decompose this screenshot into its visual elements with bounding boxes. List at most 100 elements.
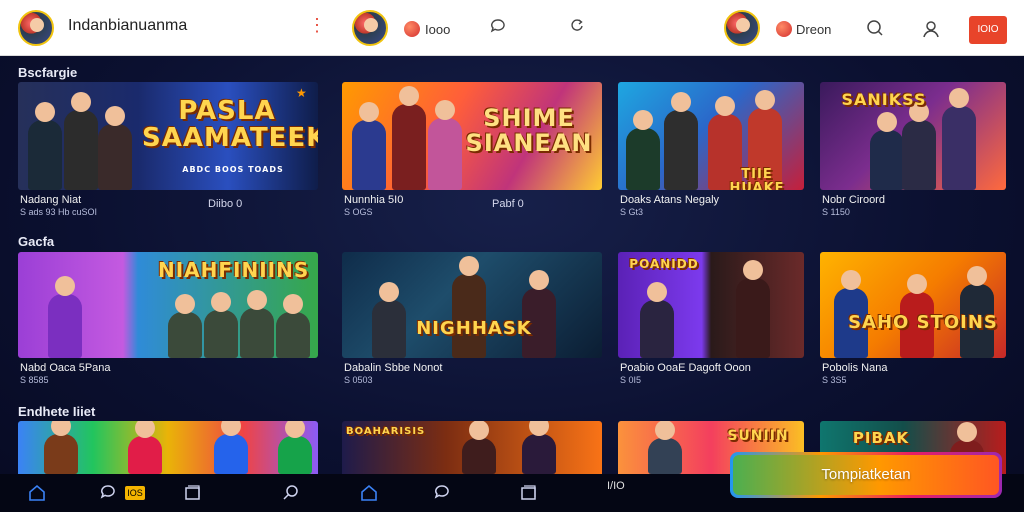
character-figure (626, 110, 660, 190)
character-figure (128, 421, 162, 474)
search-icon[interactable] (282, 484, 299, 504)
game-thumbnail: SAHO STOINS (820, 252, 1006, 358)
game-banner-text: SANIKSS (841, 90, 927, 109)
character-figure (462, 421, 496, 474)
character-figure (902, 102, 936, 190)
character-figure (168, 294, 202, 358)
game-card[interactable]: TIIE HUAKE Doaks Atans Negaly S Gt3 (618, 82, 804, 218)
section-title: Endhete Iiiet (18, 404, 96, 419)
game-banner-text: SHIME SIANEAN (465, 104, 593, 158)
character-figure (276, 294, 310, 358)
chat-icon[interactable] (434, 484, 451, 504)
game-thumbnail: PASLA SAAMATEEK ABDC BOOS TOADS ★ (18, 82, 318, 190)
game-card[interactable]: BOAHARISIS (342, 421, 602, 474)
game-name: Nabd Oaca 5Pana (20, 362, 111, 374)
game-thumbnail: BOAHARISIS (342, 421, 602, 474)
nav-status-text: I/IO (607, 480, 625, 492)
cta-button-label: Tompiatketan (733, 455, 999, 495)
character-figure (28, 102, 62, 190)
game-meta: S 1150 (822, 207, 850, 217)
game-thumbnail: NIAHFINIINS (18, 252, 318, 358)
game-card[interactable]: NIAHFINIINS Nabd Oaca 5Pana S 8585 (18, 252, 318, 388)
game-thumbnail (18, 421, 318, 474)
game-meta: S OGS (344, 207, 373, 217)
character-figure (522, 421, 556, 474)
coin-label: Iooo (425, 22, 451, 37)
character-figure (98, 106, 132, 190)
game-name: Nadang Niat (20, 194, 82, 206)
character-figure (664, 92, 698, 190)
game-name: Nobr Ciroord (822, 194, 885, 206)
game-meta: S 0I5 (620, 375, 642, 385)
gem-icon (776, 21, 792, 37)
game-meta: S 0503 (344, 375, 373, 385)
app-avatar[interactable] (18, 10, 54, 46)
character-figure (392, 86, 426, 190)
game-card[interactable]: SHIME SIANEAN Nunnhia 5I0 S OGS Pabf 0 (342, 82, 602, 218)
chat-icon[interactable] (100, 484, 117, 504)
game-banner-text: SUNIIN (727, 428, 789, 444)
game-banner-text: PASLA SAAMATEEK (142, 96, 318, 154)
character-figure (452, 256, 486, 358)
header-badge-button[interactable]: IOIO (969, 16, 1007, 44)
app-title: Indanbianuanma (68, 17, 188, 34)
game-name: Nunnhia 5I0 (344, 194, 404, 206)
game-rating: Pabf 0 (492, 198, 524, 210)
character-figure (278, 421, 312, 474)
game-banner-text: SAHO STOINS (848, 312, 998, 333)
profile-avatar[interactable] (352, 10, 388, 46)
game-rating: Diibo 0 (208, 198, 243, 210)
library-icon[interactable] (184, 484, 201, 504)
top-bar: Indanbianuanma ⋮ Iooo Dreon IOIO (0, 0, 1024, 56)
character-figure (648, 421, 682, 474)
game-card[interactable] (18, 421, 318, 474)
character-figure (240, 290, 274, 358)
cta-button[interactable]: Tompiatketan (730, 452, 1002, 498)
game-name: Doaks Atans Negaly (620, 194, 720, 206)
coin-icon (404, 21, 420, 37)
game-meta: S ads 93 Hb cuSOI (20, 207, 98, 217)
home-icon[interactable] (28, 484, 46, 505)
character-figure (204, 292, 238, 358)
section-title: Gacfa (18, 234, 55, 249)
refresh-icon[interactable] (570, 18, 584, 37)
game-card[interactable]: SANIKSS Nobr Ciroord S 1150 (820, 82, 1006, 218)
home-icon[interactable] (360, 484, 378, 505)
game-banner-text: POANIDD (629, 257, 699, 271)
library-icon[interactable] (520, 484, 537, 504)
character-figure (942, 88, 976, 190)
game-thumbnail: SANIKSS (820, 82, 1006, 190)
game-banner-text: BOAHARISIS (346, 426, 426, 437)
character-figure (736, 260, 770, 358)
game-banner-text: NIAHFINIINS (158, 258, 310, 282)
currency-label: Dreon (796, 22, 832, 37)
character-figure (44, 421, 78, 474)
user-avatar[interactable] (724, 10, 760, 46)
game-thumbnail: NIGHHASK (342, 252, 602, 358)
game-card[interactable]: SAHO STOINS Pobolis Nana S 3S5 (820, 252, 1006, 388)
game-banner-text: NIGHHASK (416, 318, 532, 339)
game-banner-text: TIIE HUAKE (729, 167, 785, 190)
game-thumbnail: TIIE HUAKE (618, 82, 804, 190)
character-figure (372, 282, 406, 358)
more-options-icon[interactable]: ⋮ (308, 16, 326, 34)
search-icon[interactable] (866, 19, 884, 42)
user-icon[interactable] (921, 19, 941, 44)
game-card[interactable]: NIGHHASK Dabalin Sbbe Nonot S 0503 (342, 252, 602, 388)
game-banner-text: PIBAK (852, 429, 910, 447)
character-figure (48, 276, 82, 358)
game-subtitle: ABDC BOOS TOADS (182, 165, 284, 174)
character-figure (214, 421, 248, 474)
game-meta: S Gt3 (620, 207, 644, 217)
game-card[interactable]: POANIDD Poabio OoaE Dagoft Ooon S 0I5 (618, 252, 804, 388)
game-name: Pobolis Nana (822, 362, 888, 374)
character-figure (640, 282, 674, 358)
character-figure (870, 112, 904, 190)
star-icon: ★ (296, 86, 307, 100)
chat-icon[interactable] (490, 18, 506, 39)
game-meta: S 3S5 (822, 375, 847, 385)
game-thumbnail: SHIME SIANEAN (342, 82, 602, 190)
game-card[interactable]: PASLA SAAMATEEK ABDC BOOS TOADS ★ Nadang… (18, 82, 318, 218)
game-name: Poabio OoaE Dagoft Ooon (620, 362, 751, 374)
character-figure (428, 100, 462, 190)
